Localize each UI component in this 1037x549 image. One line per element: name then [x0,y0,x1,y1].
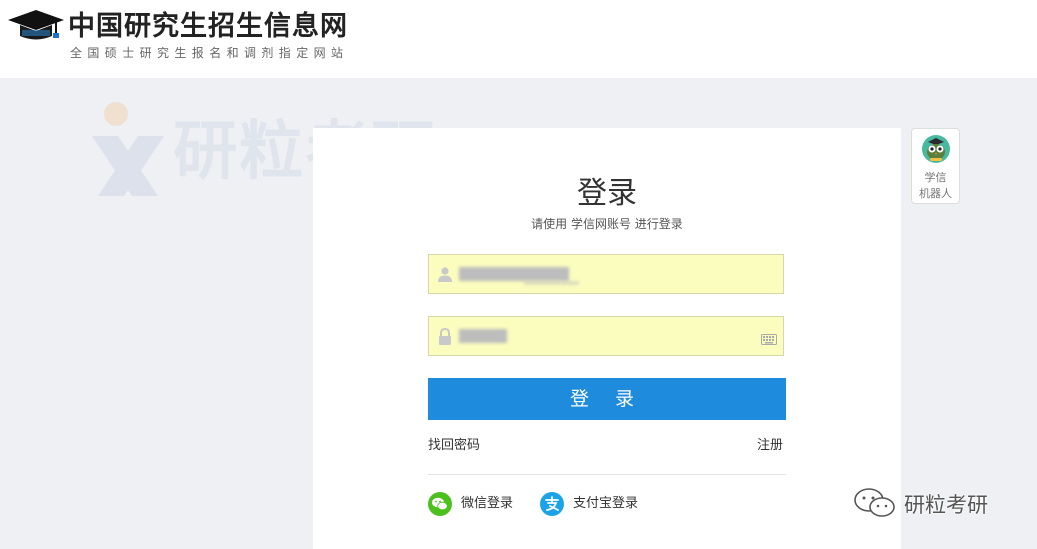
site-subtitle: 全国硕士研究生报名和调剂指定网站 [70,46,349,60]
alipay-login-label: 支付宝登录 [573,496,639,511]
password-field[interactable] [428,316,784,357]
username-field[interactable] [428,254,784,295]
login-button[interactable]: 登 录 [428,378,786,420]
graduation-cap-icon[interactable] [8,10,64,46]
keyboard-icon[interactable] [761,330,777,349]
robot-owl-icon [921,134,951,168]
register-link[interactable]: 注册 [757,434,783,453]
wechat-icon [428,492,452,525]
x-logo-icon [92,102,164,196]
forgot-password-link[interactable]: 找回密码 [428,434,480,453]
xuexin-robot-button[interactable]: 学信 机器人 [911,128,960,204]
user-icon [437,266,453,286]
divider [428,474,786,475]
masked-username-fragment [524,281,579,285]
wechat-watermark-text: 研粒考研 [904,493,988,517]
wechat-login-label: 微信登录 [461,496,514,511]
login-title: 登录 [577,176,637,211]
login-card: 登录 请使用 学信网账号 进行登录 登 录 找回密码 注册 微信登录 支付宝登录 [313,128,901,549]
wechat-icon [852,487,898,523]
site-title[interactable]: 中国研究生招生信息网 [68,4,348,43]
robot-label-line1: 学信 [924,171,947,184]
lock-icon [437,327,453,349]
masked-username [459,267,569,281]
robot-label-line2: 机器人 [919,187,952,200]
login-subtitle: 请使用 学信网账号 进行登录 [531,217,683,231]
masked-password [459,329,507,343]
alipay-icon [540,492,564,525]
site-header: 中国研究生招生信息网 全国硕士研究生报名和调剂指定网站 [0,0,1037,78]
